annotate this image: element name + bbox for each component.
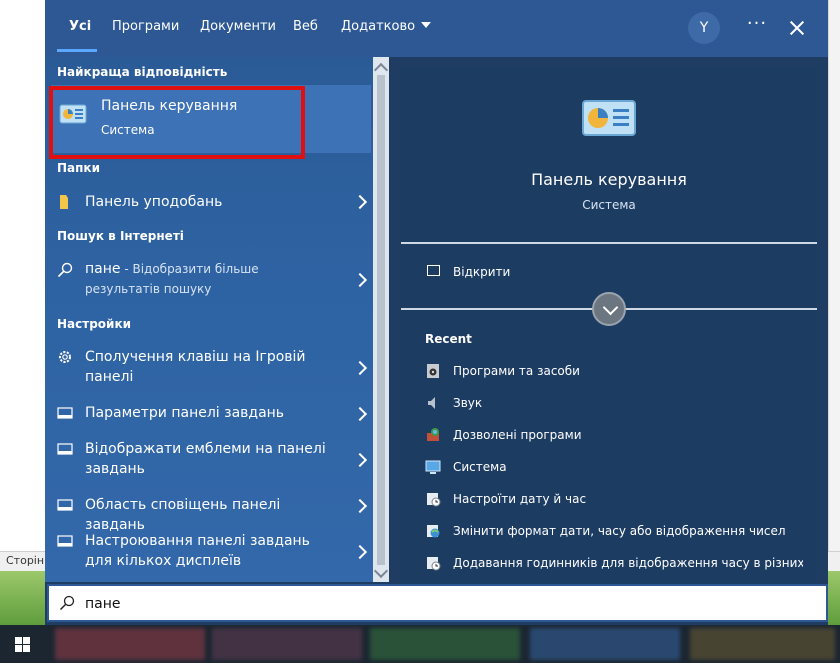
- tab-more[interactable]: Додатково: [341, 19, 432, 34]
- chevron-right-icon[interactable]: [352, 452, 368, 468]
- chevron-right-icon[interactable]: [352, 544, 368, 560]
- result-setting-taskbar-badges[interactable]: Відображати емблеми на панелі завдань: [45, 437, 373, 481]
- recent-item[interactable]: Змінити формат дати, часу або відображен…: [401, 519, 817, 547]
- search-icon: [57, 262, 73, 278]
- results-list: Найкраща відповідність Панель керування …: [45, 57, 373, 582]
- recent-item-label: Програми та засоби: [453, 364, 580, 378]
- result-setting-notification-area[interactable]: Область сповіщень панелі завдань: [45, 493, 373, 533]
- chevron-right-icon[interactable]: [352, 360, 368, 376]
- close-icon[interactable]: [785, 14, 809, 42]
- folder-label: Панель уподобань: [85, 194, 223, 210]
- start-search-menu: Усі Програми Документи Веб Додатково Y ·…: [45, 0, 828, 625]
- chevron-down-icon: [421, 22, 432, 28]
- setting-label: Сполучення клавіш на Ігровій панелі: [85, 349, 306, 385]
- folders-heading: Папки: [57, 161, 100, 175]
- recent-item-label: Звук: [453, 396, 483, 410]
- scroll-thumb[interactable]: [377, 75, 385, 565]
- web-search-query: пане: [85, 261, 121, 277]
- recent-item-label: Дозволені програми: [453, 428, 582, 442]
- system-icon: [425, 460, 441, 474]
- web-search-heading: Пошук в Інтернеті: [57, 229, 184, 243]
- settings-heading: Настройки: [57, 317, 132, 331]
- setting-label: Настроювання панелі завдань для кількох …: [85, 533, 310, 569]
- result-setting-game-bar-shortcuts[interactable]: Сполучення клавіш на Ігровій панелі: [45, 345, 373, 389]
- detail-title: Панель керування: [531, 170, 687, 189]
- recent-heading: Recent: [425, 332, 472, 346]
- taskbar-settings-icon: [57, 535, 73, 547]
- folder-icon: [60, 195, 68, 209]
- recent-item[interactable]: Звук: [401, 391, 817, 419]
- search-box[interactable]: [47, 584, 828, 622]
- highlight-annotation-box: [49, 86, 305, 159]
- result-web-search[interactable]: пане - Відобразити більше результатів по…: [45, 257, 373, 303]
- start-button[interactable]: [0, 625, 44, 663]
- recent-item[interactable]: Настроїти дату й час: [401, 487, 817, 515]
- background-status-text: Сторін: [6, 554, 45, 567]
- clock-icon: [427, 557, 441, 571]
- divider: [401, 242, 817, 244]
- tab-more-label: Додатково: [341, 19, 416, 34]
- result-folder-favorites-bar[interactable]: Панель уподобань: [45, 189, 373, 215]
- scroll-down-icon[interactable]: [373, 563, 389, 579]
- result-setting-taskbar-settings[interactable]: Параметри панелі завдань: [45, 401, 373, 427]
- taskbar-settings-icon: [57, 407, 73, 419]
- search-icon: [59, 595, 75, 611]
- recent-item-label: Настроїти дату й час: [453, 492, 587, 506]
- firewall-icon: [427, 428, 439, 441]
- open-label: Відкрити: [453, 265, 511, 279]
- active-tab-indicator: [57, 49, 97, 52]
- chevron-right-icon[interactable]: [352, 194, 368, 210]
- programs-icon: [427, 364, 439, 378]
- best-match-heading: Найкраща відповідність: [57, 65, 228, 79]
- taskbar-settings-icon: [57, 443, 73, 455]
- speaker-icon: [428, 397, 435, 409]
- taskbar-app[interactable]: [530, 628, 680, 660]
- setting-label: Відображати емблеми на панелі завдань: [85, 441, 326, 477]
- recent-item[interactable]: Система: [401, 455, 817, 483]
- windows-logo-icon: [14, 636, 30, 652]
- chevron-right-icon[interactable]: [352, 272, 368, 288]
- tab-all[interactable]: Усі: [69, 19, 91, 34]
- result-setting-multiple-displays[interactable]: Настроювання панелі завдань для кількох …: [45, 529, 373, 573]
- tab-apps[interactable]: Програми: [112, 19, 179, 34]
- region-icon: [427, 525, 440, 538]
- recent-item-label: Змінити формат дати, часу або відображен…: [453, 524, 786, 538]
- web-search-text: пане - Відобразити більше результатів по…: [85, 259, 335, 299]
- result-detail-panel: Панель керування Система Відкрити Recent…: [401, 67, 817, 582]
- recent-item[interactable]: Програми та засоби: [401, 359, 817, 387]
- clock-icon: [427, 493, 441, 507]
- search-scope-bar: Усі Програми Документи Веб Додатково Y ·…: [45, 0, 828, 57]
- tab-web[interactable]: Веб: [293, 19, 318, 34]
- background-window-edge: [828, 0, 840, 580]
- account-avatar[interactable]: Y: [688, 12, 720, 44]
- recent-item[interactable]: Дозволені програми: [401, 423, 817, 451]
- expand-chevron-down-icon[interactable]: [592, 292, 626, 326]
- recent-item-label: Система: [453, 460, 507, 474]
- taskbar: [0, 625, 840, 663]
- detail-subtitle: Система: [582, 198, 636, 212]
- taskbar-app[interactable]: [690, 628, 835, 660]
- setting-label: Параметри панелі завдань: [85, 405, 285, 421]
- taskbar-app[interactable]: [212, 628, 362, 660]
- more-options-button[interactable]: ···: [745, 13, 769, 43]
- control-panel-large-icon: [582, 100, 636, 136]
- taskbar-settings-icon: [57, 499, 73, 511]
- taskbar-app[interactable]: [370, 628, 520, 660]
- results-scrollbar[interactable]: [373, 57, 389, 582]
- chevron-right-icon[interactable]: [352, 498, 368, 514]
- gear-icon: [59, 351, 71, 363]
- taskbar-app[interactable]: [55, 628, 205, 660]
- recent-item-label: Додавання годинників для відображення ча…: [453, 556, 803, 570]
- recent-item[interactable]: Додавання годинників для відображення ча…: [401, 551, 817, 579]
- open-icon: [427, 265, 440, 276]
- chevron-right-icon[interactable]: [352, 406, 368, 422]
- search-input[interactable]: [85, 592, 785, 616]
- open-action[interactable]: Відкрити: [401, 257, 817, 287]
- tab-documents[interactable]: Документи: [200, 19, 276, 34]
